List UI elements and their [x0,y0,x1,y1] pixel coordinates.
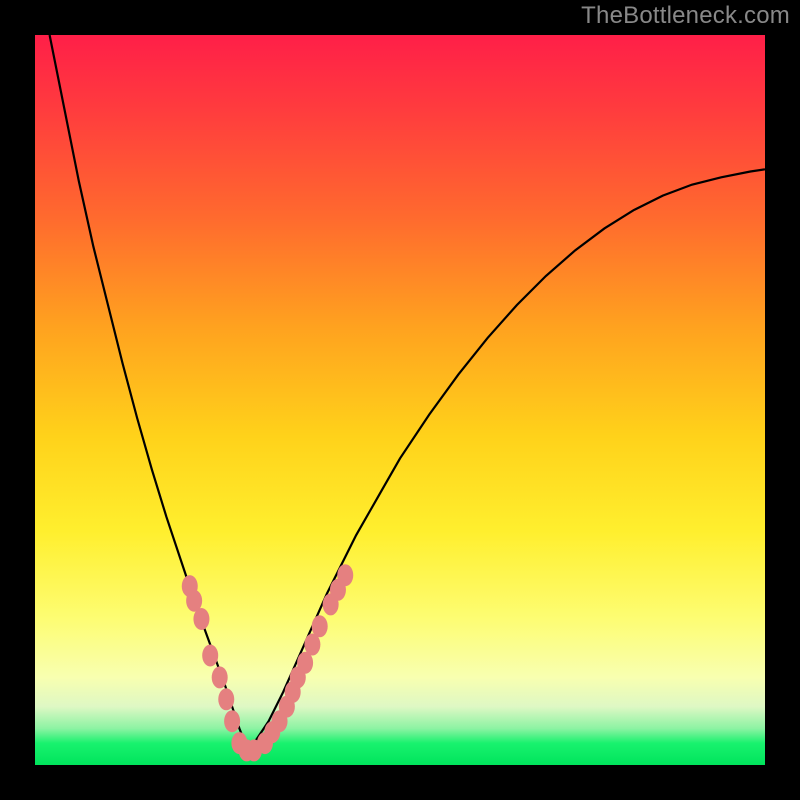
marker-dot [202,645,218,667]
chart-frame: TheBottleneck.com [0,0,800,800]
right-curve [247,169,765,746]
marker-dot [212,666,228,688]
watermark-text: TheBottleneck.com [581,2,790,30]
chart-svg [35,35,765,765]
plot-area [35,35,765,765]
marker-dot [312,615,328,637]
marker-dot [224,710,240,732]
left-curve [50,35,247,747]
marker-dot [337,564,353,586]
marker-dot [218,688,234,710]
marker-dot [193,608,209,630]
